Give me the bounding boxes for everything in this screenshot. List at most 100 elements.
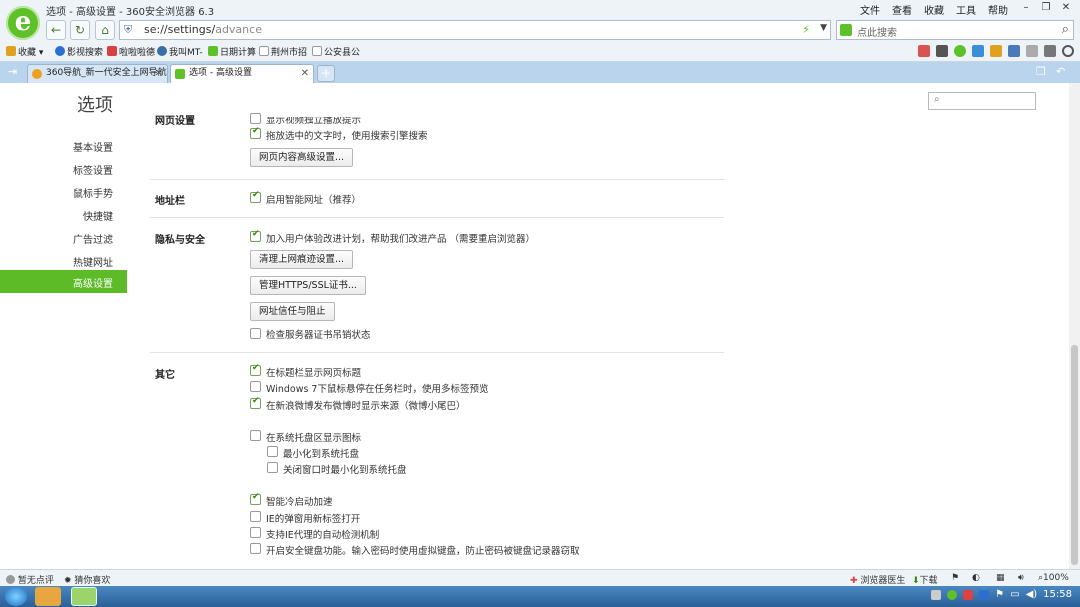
tray-network-icon[interactable]: ▭ [1010, 589, 1019, 600]
sidebar-item-basic[interactable]: 基本设置 [73, 139, 1065, 154]
tray-security-icon[interactable] [947, 589, 958, 600]
menu-view[interactable]: 查看 [892, 2, 912, 17]
menu-favorites[interactable]: 收藏 [924, 2, 944, 17]
close-icon[interactable]: ✕ [1058, 1, 1074, 15]
address-bar[interactable]: ⛨ se://settings/advance ⚡ ▼ [119, 20, 831, 40]
checkbox-close-to-tray[interactable] [267, 462, 278, 473]
checkbox-video-popup[interactable] [250, 113, 261, 124]
bookmark-item[interactable]: 公安县公 [312, 45, 360, 58]
search-box[interactable]: 点此搜索 ⌕ [836, 20, 1074, 40]
review-status[interactable]: 暂无点评 [6, 573, 54, 586]
clock-time[interactable]: 15:58 [1043, 589, 1072, 600]
refresh-button[interactable]: ↻ [70, 20, 90, 40]
back-button[interactable]: ← [46, 20, 66, 40]
tray-volume-icon[interactable]: ◀) [1026, 589, 1038, 600]
close-tab-icon[interactable]: ✕ [155, 65, 163, 82]
taskbar-browser-icon[interactable] [71, 587, 97, 606]
address-url[interactable]: se://settings/advance [144, 23, 262, 36]
sidebar-item-label: 高级设置 [73, 279, 113, 290]
checkbox-tray-icon[interactable] [250, 430, 261, 441]
minimize-icon[interactable]: – [1018, 1, 1034, 15]
browser-logo-icon[interactable]: e [6, 6, 40, 40]
sidebar-item-hotkey-urls[interactable]: 热键网址 [73, 254, 1065, 269]
checkbox-ie-proxy[interactable] [250, 527, 261, 538]
search-input[interactable]: 点此搜索 [857, 24, 897, 39]
start-button[interactable] [5, 587, 27, 606]
sidebar-item-ad-filter[interactable]: 广告过滤 [73, 231, 1065, 246]
tray-app-icon[interactable] [931, 589, 942, 600]
option-win7-preview: Windows 7下鼠标悬停在任务栏时，使用多标签预览 [266, 384, 489, 395]
status-tool-icon[interactable]: ▦ [996, 573, 1005, 583]
bookmark-item[interactable]: 我叫MT- [157, 45, 203, 58]
taskbar-explorer-icon[interactable] [35, 587, 61, 606]
menu-file[interactable]: 文件 [860, 2, 880, 17]
url-trust-block-button[interactable]: 网址信任与阻止 [250, 302, 335, 321]
search-icon[interactable]: ⌕ [1062, 22, 1069, 37]
search-engine-icon[interactable] [840, 24, 852, 36]
status-tool-icon[interactable]: ⚑ [951, 573, 959, 583]
checkbox-drag-search[interactable] [250, 126, 261, 139]
chevron-down-icon[interactable]: ▼ [820, 23, 827, 33]
settings-search-input[interactable]: ⌕ [928, 92, 1036, 110]
scrollbar-thumb[interactable] [1071, 345, 1078, 565]
settings-icon[interactable] [1044, 45, 1056, 57]
bookmark-item[interactable]: 日期计算 [208, 45, 256, 58]
close-tab-icon[interactable]: ✕ [301, 65, 309, 82]
tab-restore-icon[interactable]: ❐ [1036, 65, 1046, 78]
tray-shield-icon[interactable] [979, 589, 990, 600]
notes-icon[interactable] [1026, 45, 1038, 57]
option-smart-url: 启用智能网址（推荐） [266, 195, 362, 206]
system-tray: ⚑ ▭ ◀) 15:58 [931, 589, 1072, 600]
search-icon[interactable] [1062, 45, 1074, 57]
zoom-control[interactable]: ⌕100% [1038, 573, 1069, 583]
tray-flag-icon[interactable]: ⚑ [995, 589, 1004, 600]
volume-icon[interactable]: 🔊︎ [1018, 573, 1024, 583]
bookmark-label: 日期计算 [220, 48, 257, 58]
bookmark-favorites[interactable]: 收藏 ▾ [6, 45, 43, 58]
manage-certificates-button[interactable]: 管理HTTPS/SSL证书... [250, 276, 366, 295]
checkbox-minimize-to-tray[interactable] [267, 446, 278, 457]
menu-help[interactable]: 帮助 [988, 2, 1008, 17]
bookmark-favicon-icon [55, 46, 65, 56]
apps-icon[interactable] [918, 45, 930, 57]
sidebar-item-shortcuts[interactable]: 快捷键 [83, 208, 1065, 223]
tab-settings-advanced[interactable]: 选项 - 高级设置 ✕ [170, 64, 314, 83]
translate-icon[interactable] [1008, 45, 1020, 57]
checkbox-smart-url[interactable] [250, 190, 261, 203]
browser-doctor-button[interactable]: ✚ 浏览器医生 [850, 573, 905, 586]
speed-mode-icon[interactable]: ⚡ [802, 23, 810, 36]
checkbox-title-in-titlebar[interactable] [250, 363, 261, 376]
sidebar-item-mouse-gestures[interactable]: 鼠标手势 [73, 185, 1065, 200]
checkbox-win7-preview[interactable] [250, 381, 261, 392]
new-tab-button[interactable]: + [317, 65, 335, 82]
tab-360-navigation[interactable]: 360导航_新一代安全上网导航 ✕ [27, 64, 168, 83]
bookmark-item[interactable]: 影视搜索 [55, 45, 103, 58]
email-icon[interactable] [990, 45, 1002, 57]
checkbox-weibo-source[interactable] [250, 396, 261, 409]
tray-antivirus-icon[interactable] [963, 589, 974, 600]
sidebar-item-tabs[interactable]: 标签设置 [73, 162, 1065, 177]
webpage-advanced-button[interactable]: 网页内容高级设置... [250, 148, 354, 167]
screenshot-icon[interactable] [972, 45, 984, 57]
bookmark-item[interactable]: 啦啦啦德 [107, 45, 155, 58]
bookmark-item[interactable]: 荆州市招 [259, 45, 307, 58]
checkbox-cold-start[interactable] [250, 492, 261, 505]
recommend-link[interactable]: ✹ 猜你喜欢 [64, 573, 110, 586]
clear-history-settings-button[interactable]: 清理上网痕迹设置... [250, 250, 354, 269]
checkbox-ux-improvement[interactable] [250, 229, 261, 242]
guard-icon[interactable] [954, 45, 966, 57]
sidebar-item-advanced[interactable]: 高级设置 [0, 270, 127, 293]
recommend-icon: ✹ [64, 576, 72, 586]
download-button[interactable]: ⬇下载 [912, 573, 938, 586]
page-scrollbar[interactable] [1069, 83, 1080, 569]
checkbox-cert-revocation[interactable] [250, 328, 261, 339]
sidebar-toggle-icon[interactable]: ⇥ [8, 65, 17, 78]
undo-close-icon[interactable]: ↶ [1056, 65, 1065, 78]
restore-icon[interactable]: ❐ [1038, 1, 1054, 15]
checkbox-ie-popup-tab[interactable] [250, 511, 261, 522]
home-button[interactable]: ⌂ [95, 20, 115, 40]
menu-tools[interactable]: 工具 [956, 2, 976, 17]
checkbox-secure-keyboard[interactable] [250, 543, 261, 554]
status-tool-icon[interactable]: ◐ [972, 573, 980, 583]
play-icon[interactable] [936, 45, 948, 57]
